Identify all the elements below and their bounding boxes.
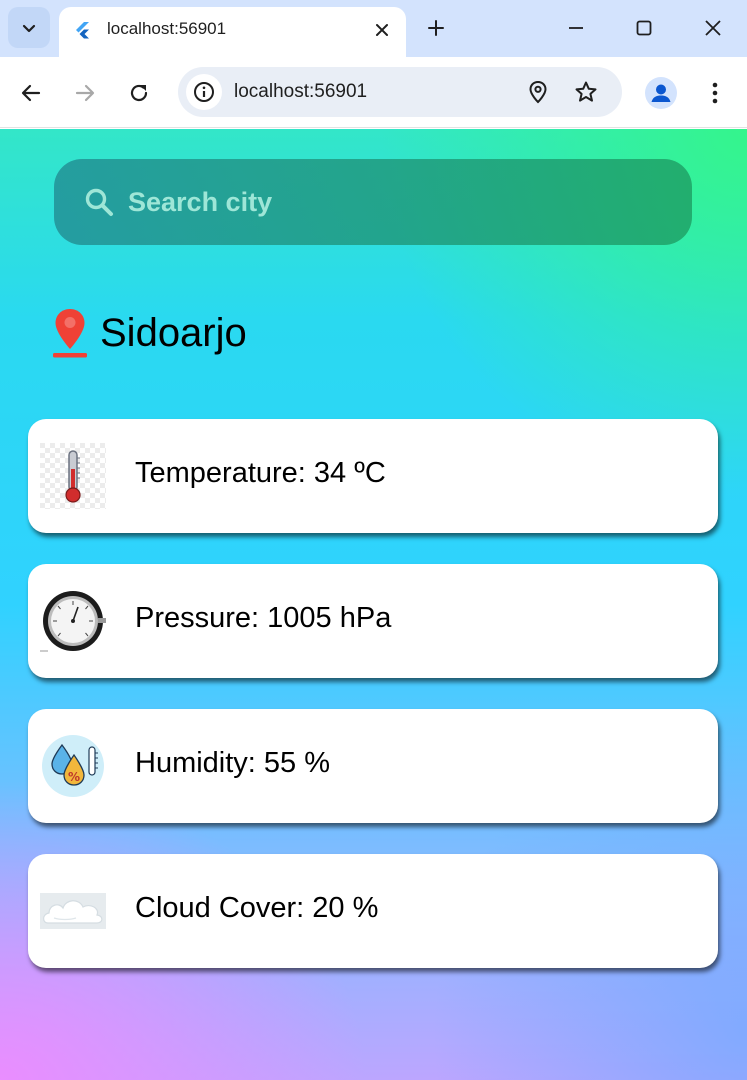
info-icon — [194, 82, 214, 102]
profile-button[interactable] — [645, 77, 677, 109]
barometer-icon — [40, 591, 106, 652]
back-button[interactable] — [17, 79, 45, 107]
humidity-icon: % — [42, 735, 104, 797]
more-vert-icon — [712, 82, 718, 104]
browser-tabstrip: localhost:56901 — [0, 0, 747, 57]
person-icon — [651, 84, 671, 102]
arrow-left-icon — [21, 84, 41, 102]
search-icon — [85, 188, 113, 216]
humidity-value: Humidity: 55 % — [135, 747, 331, 779]
thermometer-icon — [40, 443, 106, 509]
chevron-down-icon — [22, 24, 36, 32]
close-icon — [376, 24, 388, 36]
pressure-value: Pressure: 1005 hPa — [135, 602, 392, 634]
bookmark-button[interactable] — [572, 78, 600, 106]
new-tab-button[interactable] — [423, 15, 449, 41]
reload-icon — [130, 84, 148, 102]
address-bar[interactable]: localhost:56901 — [178, 67, 622, 117]
location-pin-icon — [53, 309, 87, 358]
forward-button[interactable] — [71, 79, 99, 107]
arrow-right-icon — [75, 84, 95, 102]
site-info-button[interactable] — [186, 74, 222, 110]
location-permission-button[interactable] — [524, 78, 552, 106]
reload-button[interactable] — [125, 79, 153, 107]
city-name: Sidoarjo — [100, 310, 247, 355]
browser-menu-button[interactable] — [701, 79, 729, 107]
svg-text:%: % — [68, 770, 80, 784]
temperature-card: Temperature: 34 ºC — [28, 419, 718, 533]
minimize-button[interactable] — [562, 14, 590, 42]
tab-title: localhost:56901 — [107, 19, 227, 38]
location-pin-icon — [529, 80, 547, 104]
flutter-favicon-icon — [76, 22, 89, 39]
star-icon — [575, 81, 597, 102]
pressure-card: Pressure: 1005 hPa — [28, 564, 718, 678]
maximize-button[interactable] — [630, 14, 658, 42]
location-header: Sidoarjo — [52, 307, 247, 359]
close-icon — [705, 20, 721, 36]
cloud-cover-value: Cloud Cover: 20 % — [135, 892, 379, 924]
plus-icon — [428, 20, 444, 36]
weather-app: Sidoarjo Temperature: 34 ºC — [0, 129, 747, 1080]
minimize-icon — [569, 27, 583, 29]
cloud-cover-card: Cloud Cover: 20 % — [28, 854, 718, 968]
humidity-card: % Humidity: 55 % — [28, 709, 718, 823]
cloud-icon — [40, 893, 106, 929]
tab-search-button[interactable] — [8, 7, 50, 48]
search-city-input[interactable] — [128, 179, 648, 225]
browser-tab[interactable]: localhost:56901 — [59, 7, 406, 57]
close-window-button[interactable] — [699, 14, 727, 42]
url-text[interactable]: localhost:56901 — [234, 81, 367, 103]
maximize-icon — [636, 20, 652, 36]
search-bar[interactable] — [54, 159, 692, 245]
browser-toolbar: localhost:56901 — [0, 57, 747, 128]
temperature-value: Temperature: 34 ºC — [135, 457, 386, 489]
tab-close-button[interactable] — [370, 18, 394, 42]
